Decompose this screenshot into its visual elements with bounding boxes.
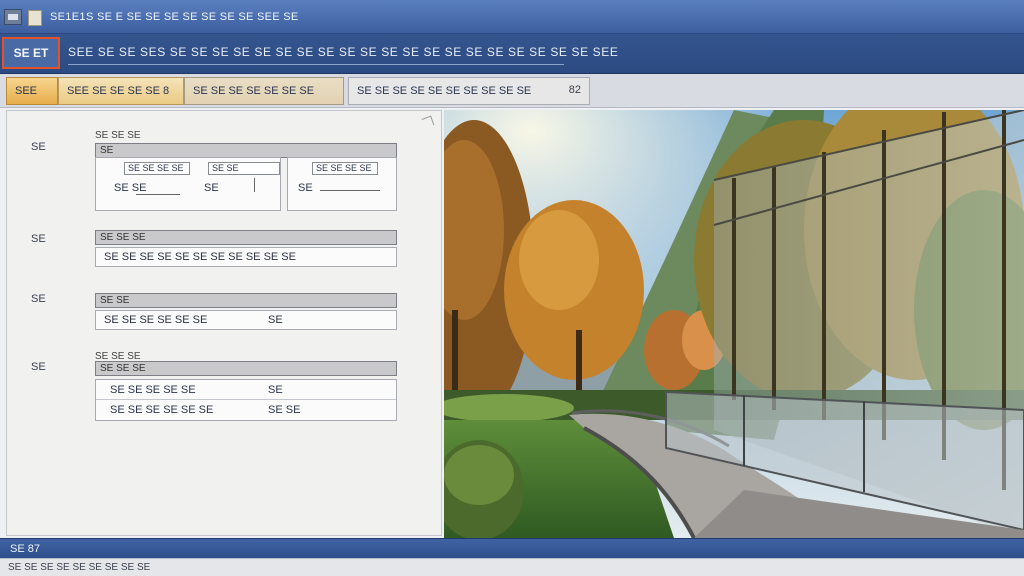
status-text: SE 87	[10, 543, 40, 555]
title-bar: SE1E1 S SE E SE SE SE SE SE SE SE SEE SE	[0, 0, 1024, 34]
tab-3[interactable]: SE SE SE SE SE SE SE	[184, 77, 344, 105]
header-band: SE ET SEE SE SE SES SE SE SE SE SE SE SE…	[0, 34, 1024, 74]
bottom-bar: SE SE SE SE SE SE SE SE SE	[0, 558, 1024, 576]
section1-cell-group-b: SE SE SE SE SE	[287, 157, 397, 211]
section3-field-value-right: SE	[268, 314, 283, 326]
section1-input-3[interactable]: SE SE SE SE	[312, 162, 378, 175]
section1-value-2: SE	[204, 182, 219, 194]
status-bar: SE 87	[0, 538, 1024, 558]
section3-field[interactable]: SE SE SE SE SE SE SE	[95, 310, 397, 330]
tab-3-label: SE SE SE SE SE SE SE	[193, 85, 315, 97]
section4-row-1-right: SE	[268, 384, 283, 396]
document-icon	[28, 10, 42, 26]
window-subtitle: S SE E SE SE SE SE SE SE SE SEE SE	[86, 11, 299, 23]
section1-input-2[interactable]: SE SE	[208, 162, 280, 175]
section4-row-2-right: SE SE	[268, 404, 301, 416]
section4-list: SE SE SE SE SE SE SE SE SE SE SE SE SE S…	[95, 379, 397, 421]
section1-underline-1	[136, 194, 180, 195]
tab-4-label: SE SE SE SE SE SE SE SE SE SE	[357, 85, 532, 97]
section3-label: SE	[31, 293, 46, 305]
section2-field[interactable]: SE SE SE SE SE SE SE SE SE SE SE	[95, 247, 397, 267]
page-title: SEE SE SE SES SE SE SE SE SE SE SE SE SE…	[68, 45, 619, 59]
app-icon[interactable]	[4, 9, 22, 25]
section1-underline-2	[320, 190, 380, 191]
header-divider	[68, 64, 564, 65]
section1-value-3: SE	[298, 182, 313, 194]
photo-illustration	[444, 110, 1024, 538]
section4-row-2[interactable]: SE SE SE SE SE SE SE SE	[96, 400, 396, 420]
resize-corner-icon[interactable]	[421, 115, 435, 129]
tab-4[interactable]: SE SE SE SE SE SE SE SE SE SE 82	[348, 77, 590, 105]
section4-header-bar: SE SE SE	[95, 361, 397, 376]
tab-1-label: SEE	[15, 85, 38, 97]
section1-cursor-mark	[254, 178, 255, 192]
section2-header-bar: SE SE SE	[95, 230, 397, 245]
header-menu-button[interactable]: SE ET	[2, 37, 60, 69]
section1-header-bar: SE	[95, 143, 397, 158]
section2-label: SE	[31, 233, 46, 245]
tab-2-label: SEE SE SE SE SE 8	[67, 85, 170, 97]
landscape-photo	[444, 110, 1024, 538]
section1-caption: SE SE SE	[95, 130, 141, 141]
section3-header-bar: SE SE	[95, 293, 397, 308]
bottom-text: SE SE SE SE SE SE SE SE SE	[8, 562, 151, 573]
form-panel: SE SE SE SE SE SE SE SE SE SE SE SE SE S…	[6, 110, 442, 536]
section1-cell-group-a: SE SE SE SE SE SE SE SE SE	[95, 157, 281, 211]
section4-label: SE	[31, 361, 46, 373]
section1-input-1[interactable]: SE SE SE SE	[124, 162, 190, 175]
window-title: SE1E1	[50, 11, 86, 23]
section3-field-value: SE SE SE SE SE SE	[104, 314, 208, 326]
tab-4-badge: 82	[568, 84, 581, 96]
tab-strip: SEE SEE SE SE SE SE 8 SE SE SE SE SE SE …	[0, 74, 1024, 108]
section4-row-1-left: SE SE SE SE SE	[110, 384, 196, 396]
section4-row-2-left: SE SE SE SE SE SE	[110, 404, 214, 416]
section1-label: SE	[31, 141, 46, 153]
section1-value-1: SE SE	[114, 182, 147, 194]
section4-row-1[interactable]: SE SE SE SE SE SE	[96, 380, 396, 400]
tab-2[interactable]: SEE SE SE SE SE 8	[58, 77, 184, 105]
tab-1[interactable]: SEE	[6, 77, 58, 105]
